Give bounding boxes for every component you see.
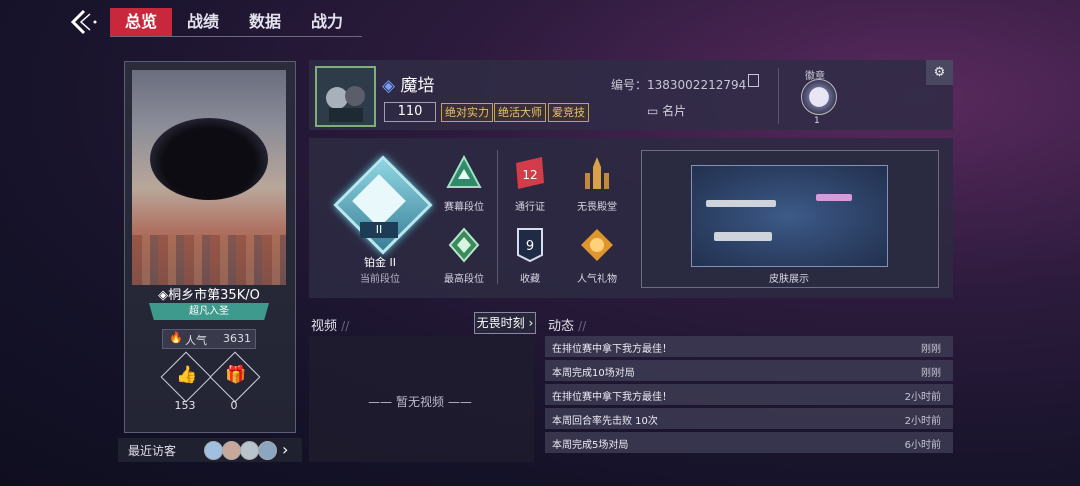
popularity-bar: 🔥 人气 3631 xyxy=(162,329,256,349)
like-count: 153 xyxy=(174,399,196,412)
feed-item[interactable]: 在排位赛中拿下我方最佳！ 2小时前 xyxy=(545,384,953,405)
tag-chip: 绝对实力 xyxy=(441,103,493,122)
rank-item-collection[interactable]: 9 收藏 xyxy=(494,227,566,285)
rank-diamond-icon: ◈ xyxy=(382,76,396,96)
highest-rank-icon xyxy=(448,227,480,263)
popularity-value: 3631 xyxy=(223,332,251,345)
smg-skin xyxy=(714,232,772,241)
tab-data[interactable]: 数据 xyxy=(234,8,296,36)
hall-icon xyxy=(585,157,609,189)
rank-item-highest[interactable]: 最高段位 xyxy=(428,227,500,285)
id-card-icon: ▭ xyxy=(647,104,659,118)
tag-chip: 爱竞技 xyxy=(548,103,589,122)
no-video-text: —— 暂无视频 —— xyxy=(368,395,472,409)
video-section-title: 视频 // xyxy=(311,319,350,334)
divider xyxy=(778,68,779,124)
visitor-avatar[interactable] xyxy=(258,441,277,460)
pass-icon: 12 xyxy=(516,157,544,189)
fearless-moment-button[interactable]: 无畏时刻 › xyxy=(474,312,536,334)
player-id: 编号：1383002212794 xyxy=(611,78,747,92)
card-art-city xyxy=(132,235,286,285)
namecard-button[interactable]: ▭ 名片 xyxy=(647,102,686,119)
triangle-rank-icon xyxy=(446,154,482,188)
visitor-avatar[interactable] xyxy=(204,441,223,460)
player-name: ◈ 魔培 xyxy=(382,76,435,96)
rank-item-gift[interactable]: 人气礼物 xyxy=(561,227,633,285)
top-tabs: 总览 战绩 数据 战力 xyxy=(110,8,358,36)
badge-icon[interactable] xyxy=(801,79,837,115)
gift-button[interactable]: 🎁 xyxy=(209,351,261,403)
collection-count: 9 xyxy=(526,239,534,254)
feed-item[interactable]: 在排位赛中拿下我方最佳！ 刚刚 xyxy=(545,336,953,357)
fire-icon: 🔥 xyxy=(169,331,183,344)
gift-count: 0 xyxy=(230,399,238,412)
settings-button[interactable]: ⚙ xyxy=(926,60,953,85)
pistol-skin xyxy=(816,194,852,201)
current-rank-name: 铂金 II xyxy=(364,256,396,269)
rank-item-pass[interactable]: 12 通行证 xyxy=(494,155,566,213)
level-badge: 110 xyxy=(384,102,436,122)
avatar[interactable] xyxy=(315,66,376,127)
gear-icon: ⚙ xyxy=(933,65,946,80)
pass-level: 12 xyxy=(522,168,537,182)
tab-record[interactable]: 战绩 xyxy=(172,8,234,36)
feed-section-title: 动态 // xyxy=(548,319,587,334)
rank-item-season[interactable]: 赛幕段位 xyxy=(428,154,500,213)
tag-chip: 绝活大师 xyxy=(494,103,546,122)
title-banner: 超凡入圣 xyxy=(149,303,269,320)
current-rank-label: 当前段位 xyxy=(360,274,400,285)
chevron-right-icon: › xyxy=(528,316,534,330)
tab-underline xyxy=(110,36,362,37)
skin-preview xyxy=(691,165,888,267)
gift-popularity-icon xyxy=(581,229,613,261)
rank-item-hall[interactable]: 无畏殿堂 xyxy=(561,155,633,213)
skin-showcase-label: 皮肤展示 xyxy=(769,274,809,285)
collection-icon: 9 xyxy=(517,228,543,263)
rifle-skin xyxy=(706,200,776,207)
tab-power[interactable]: 战力 xyxy=(296,8,358,36)
recent-visitors-bar[interactable]: 最近访客 › xyxy=(118,438,302,462)
back-button[interactable] xyxy=(64,8,98,36)
card-art-orb xyxy=(150,118,268,200)
rank-tier: II xyxy=(360,222,398,238)
chevron-right-icon[interactable]: › xyxy=(282,440,288,459)
badge-count: 1 xyxy=(814,116,820,126)
popularity-label: 人气 xyxy=(185,334,207,347)
tab-overview[interactable]: 总览 xyxy=(110,8,172,36)
back-icon xyxy=(70,9,97,35)
feed-item[interactable]: 本周回合率先击败 10次 2小时前 xyxy=(545,408,953,429)
location-label: ◈桐乡市第35K/O xyxy=(158,288,260,303)
visitor-avatar[interactable] xyxy=(222,441,241,460)
visitor-avatar[interactable] xyxy=(240,441,259,460)
feed-item[interactable]: 本周完成10场对局 刚刚 xyxy=(545,360,953,381)
recent-visitors-label: 最近访客 xyxy=(128,444,177,458)
like-button[interactable]: 👍 xyxy=(160,351,212,403)
gift-icon: 🎁 xyxy=(225,365,247,385)
copy-icon[interactable] xyxy=(748,74,759,87)
feed-item[interactable]: 本周完成5场对局 6小时前 xyxy=(545,432,953,453)
location-icon: ◈ xyxy=(158,288,169,303)
thumbs-up-icon: 👍 xyxy=(176,365,198,385)
